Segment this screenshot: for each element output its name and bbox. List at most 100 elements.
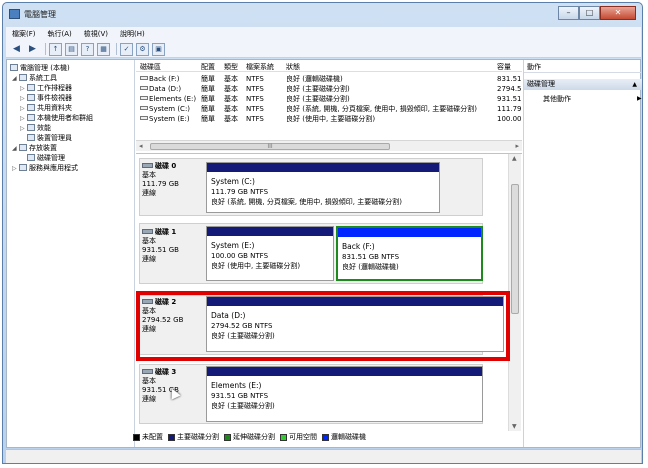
tree-item-shared-folders[interactable]: ▷ 共用資料夾: [20, 103, 72, 113]
refresh-icon[interactable]: ✓: [120, 42, 133, 56]
back-arrow-icon[interactable]: ◀: [10, 43, 23, 56]
tree-item-system-tools[interactable]: ◢ 系統工具: [12, 73, 57, 83]
col-volume[interactable]: 磁碟區: [140, 62, 161, 72]
actions-section-disk-management[interactable]: 磁碟管理 ▲: [524, 79, 642, 90]
volume-cell-wrap: 100.00: [497, 114, 522, 124]
volume-cell: 831.51: [497, 75, 522, 83]
menu-action[interactable]: 執行(A): [42, 29, 78, 39]
disk-info[interactable]: 磁碟 0 基本 111.79 GB 連線: [142, 162, 202, 198]
tree-item-device-manager[interactable]: 裝置管理員: [27, 133, 72, 143]
scroll-up-icon[interactable]: ▲: [512, 155, 517, 162]
hard-disk-icon: [142, 163, 153, 168]
disk-status: 連線: [142, 255, 156, 263]
volume-cell: 簡單: [201, 95, 215, 103]
scroll-right-icon[interactable]: ▸: [515, 142, 519, 150]
partition[interactable]: Elements (E:) 931.51 GB NTFS 良好 (主要磁碟分割): [206, 366, 483, 422]
scroll-thumb[interactable]: [511, 184, 519, 314]
volume-cell: Elements (E:): [149, 95, 197, 103]
tree-item-storage[interactable]: ◢ 存放裝置: [12, 143, 57, 153]
partition-status: 良好 (邏輯磁碟機): [342, 263, 399, 271]
volume-cell: 良好 (使用中, 主要磁碟分割): [286, 115, 376, 123]
col-layout[interactable]: 配置: [201, 62, 215, 72]
more-actions-item[interactable]: 其他動作 ▶: [543, 94, 642, 104]
scroll-down-icon[interactable]: ▼: [512, 423, 517, 430]
help-icon[interactable]: ?: [81, 42, 94, 56]
disk-type: 基本: [142, 377, 156, 385]
volume-cell-wrap: Back (F:): [140, 74, 180, 84]
volume-cell-wrap: 2794.5: [497, 84, 522, 94]
legend-item: 主要磁碟分割: [168, 432, 219, 442]
partition-status: 良好 (系統, 開機, 分頁檔案, 使用中, 損毀傾印, 主要磁碟分割): [211, 198, 402, 206]
disk-name-label: 磁碟 1: [155, 228, 177, 236]
tree-item-performance[interactable]: ▷ 效能: [20, 123, 51, 133]
volume-list-horizontal-scrollbar[interactable]: ◂ III ▸: [136, 140, 522, 151]
col-status[interactable]: 狀態: [286, 62, 300, 72]
up-folder-icon[interactable]: ↑: [49, 42, 62, 56]
partition[interactable]: System (E:) 100.00 GB NTFS 良好 (使用中, 主要磁碟…: [206, 226, 334, 281]
tree-root[interactable]: 電腦管理 (本機): [10, 63, 70, 73]
volume-cell-wrap: 簡單: [201, 74, 215, 84]
scroll-thumb[interactable]: III: [150, 143, 390, 150]
disk-icon[interactable]: ▣: [152, 42, 165, 56]
menu-file[interactable]: 檔案(F): [6, 29, 42, 39]
disk-status: 連線: [142, 189, 156, 197]
close-button[interactable]: ✕: [600, 6, 636, 20]
toolbar-separator: [116, 43, 117, 55]
title-bar[interactable]: 電腦管理 – □ ✕: [3, 3, 642, 25]
partition[interactable]: Back (F:) 831.51 GB NTFS 良好 (邏輯磁碟機): [336, 226, 483, 281]
disk-info[interactable]: 磁碟 1 基本 931.51 GB 連線: [142, 228, 202, 264]
tree-item-event-viewer[interactable]: ▷ 事件檢視器: [20, 93, 72, 103]
main-area: 電腦管理 (本機) ◢ 系統工具 ▷ 工作排程器 ▷ 事件檢視器 ▷ 共用資料夾 ▷ 本機…: [6, 59, 642, 448]
disk-name-label: 磁碟 3: [155, 368, 177, 376]
volume-cell: Data (D:): [149, 85, 182, 93]
volume-cell-wrap: 良好 (邏輯磁碟機): [286, 74, 494, 84]
forward-arrow-icon[interactable]: ▶: [26, 43, 39, 56]
volume-cell-wrap: NTFS: [246, 84, 264, 94]
volume-cell: 基本: [224, 75, 238, 83]
volume-cell-wrap: 簡單: [201, 94, 215, 104]
volume-cell: 基本: [224, 105, 238, 113]
show-hide-tree-icon[interactable]: ▤: [65, 42, 78, 56]
tree-item-task-scheduler[interactable]: ▷ 工作排程器: [20, 83, 72, 93]
computer-management-window: 電腦管理 – □ ✕ 檔案(F) 執行(A) 檢視(V) 說明(H) ◀ ▶ ↑…: [2, 2, 643, 464]
volume-cell: 簡單: [201, 115, 215, 123]
primary-partition-bar: [207, 227, 333, 236]
tree-item-local-users[interactable]: ▷ 本機使用者和群組: [20, 113, 93, 123]
maximize-button[interactable]: □: [579, 6, 600, 20]
legend-item: 未配置: [133, 432, 163, 442]
volume-cell-wrap: Data (D:): [140, 84, 181, 94]
volume-cell: 基本: [224, 115, 238, 123]
services-icon: [19, 164, 27, 171]
collapse-icon[interactable]: ▲: [632, 79, 637, 90]
volume-row[interactable]: Data (D:) 簡單 基本 NTFS 良好 (主要磁碟分割) 2794.5: [136, 84, 522, 94]
volume-row[interactable]: System (E:) 簡單 基本 NTFS 良好 (使用中, 主要磁碟分割) 100.0…: [136, 114, 522, 124]
chevron-right-icon[interactable]: ▷: [12, 164, 19, 174]
tree-item-label: 共用資料夾: [37, 104, 72, 112]
disk-size: 931.51 GB: [142, 246, 179, 254]
col-capacity[interactable]: 容量: [497, 62, 511, 72]
chevron-down-icon[interactable]: ◢: [12, 74, 19, 84]
properties-icon[interactable]: ▦: [97, 42, 110, 56]
partition[interactable]: System (C:) 111.79 GB NTFS 良好 (系統, 開機, 分…: [206, 162, 440, 213]
partition-size: 111.79 GB NTFS: [211, 188, 269, 196]
minimize-button[interactable]: –: [558, 6, 579, 20]
volume-cell: 簡單: [201, 75, 215, 83]
scroll-left-icon[interactable]: ◂: [139, 142, 143, 150]
volume-row[interactable]: Elements (E:) 簡單 基本 NTFS 良好 (主要磁碟分割) 931.51: [136, 94, 522, 104]
computer-management-icon: [9, 9, 20, 19]
volume-row[interactable]: System (C:) 簡單 基本 NTFS 良好 (系統, 開機, 分頁檔案, 使用中…: [136, 104, 522, 114]
menu-help[interactable]: 說明(H): [114, 29, 151, 39]
performance-icon: [27, 124, 35, 131]
volume-cell: 2794.5: [497, 85, 522, 93]
col-filesystem[interactable]: 檔案系統: [246, 62, 274, 72]
chevron-right-icon[interactable]: ▷: [20, 124, 27, 134]
chevron-down-icon[interactable]: ◢: [12, 144, 19, 154]
col-type[interactable]: 類型: [224, 62, 238, 72]
menu-view[interactable]: 檢視(V): [78, 29, 114, 39]
tree-item-disk-management[interactable]: 磁碟管理: [27, 153, 65, 163]
users-icon: [27, 114, 35, 121]
tree-item-services-apps[interactable]: ▷ 服務與應用程式: [12, 163, 78, 173]
navigation-tree: 電腦管理 (本機) ◢ 系統工具 ▷ 工作排程器 ▷ 事件檢視器 ▷ 共用資料夾 ▷ 本機…: [7, 60, 135, 447]
volume-row[interactable]: Back (F:) 簡單 基本 NTFS 良好 (邏輯磁碟機) 831.51: [136, 74, 522, 84]
settings-icon[interactable]: ⚙: [136, 42, 149, 56]
